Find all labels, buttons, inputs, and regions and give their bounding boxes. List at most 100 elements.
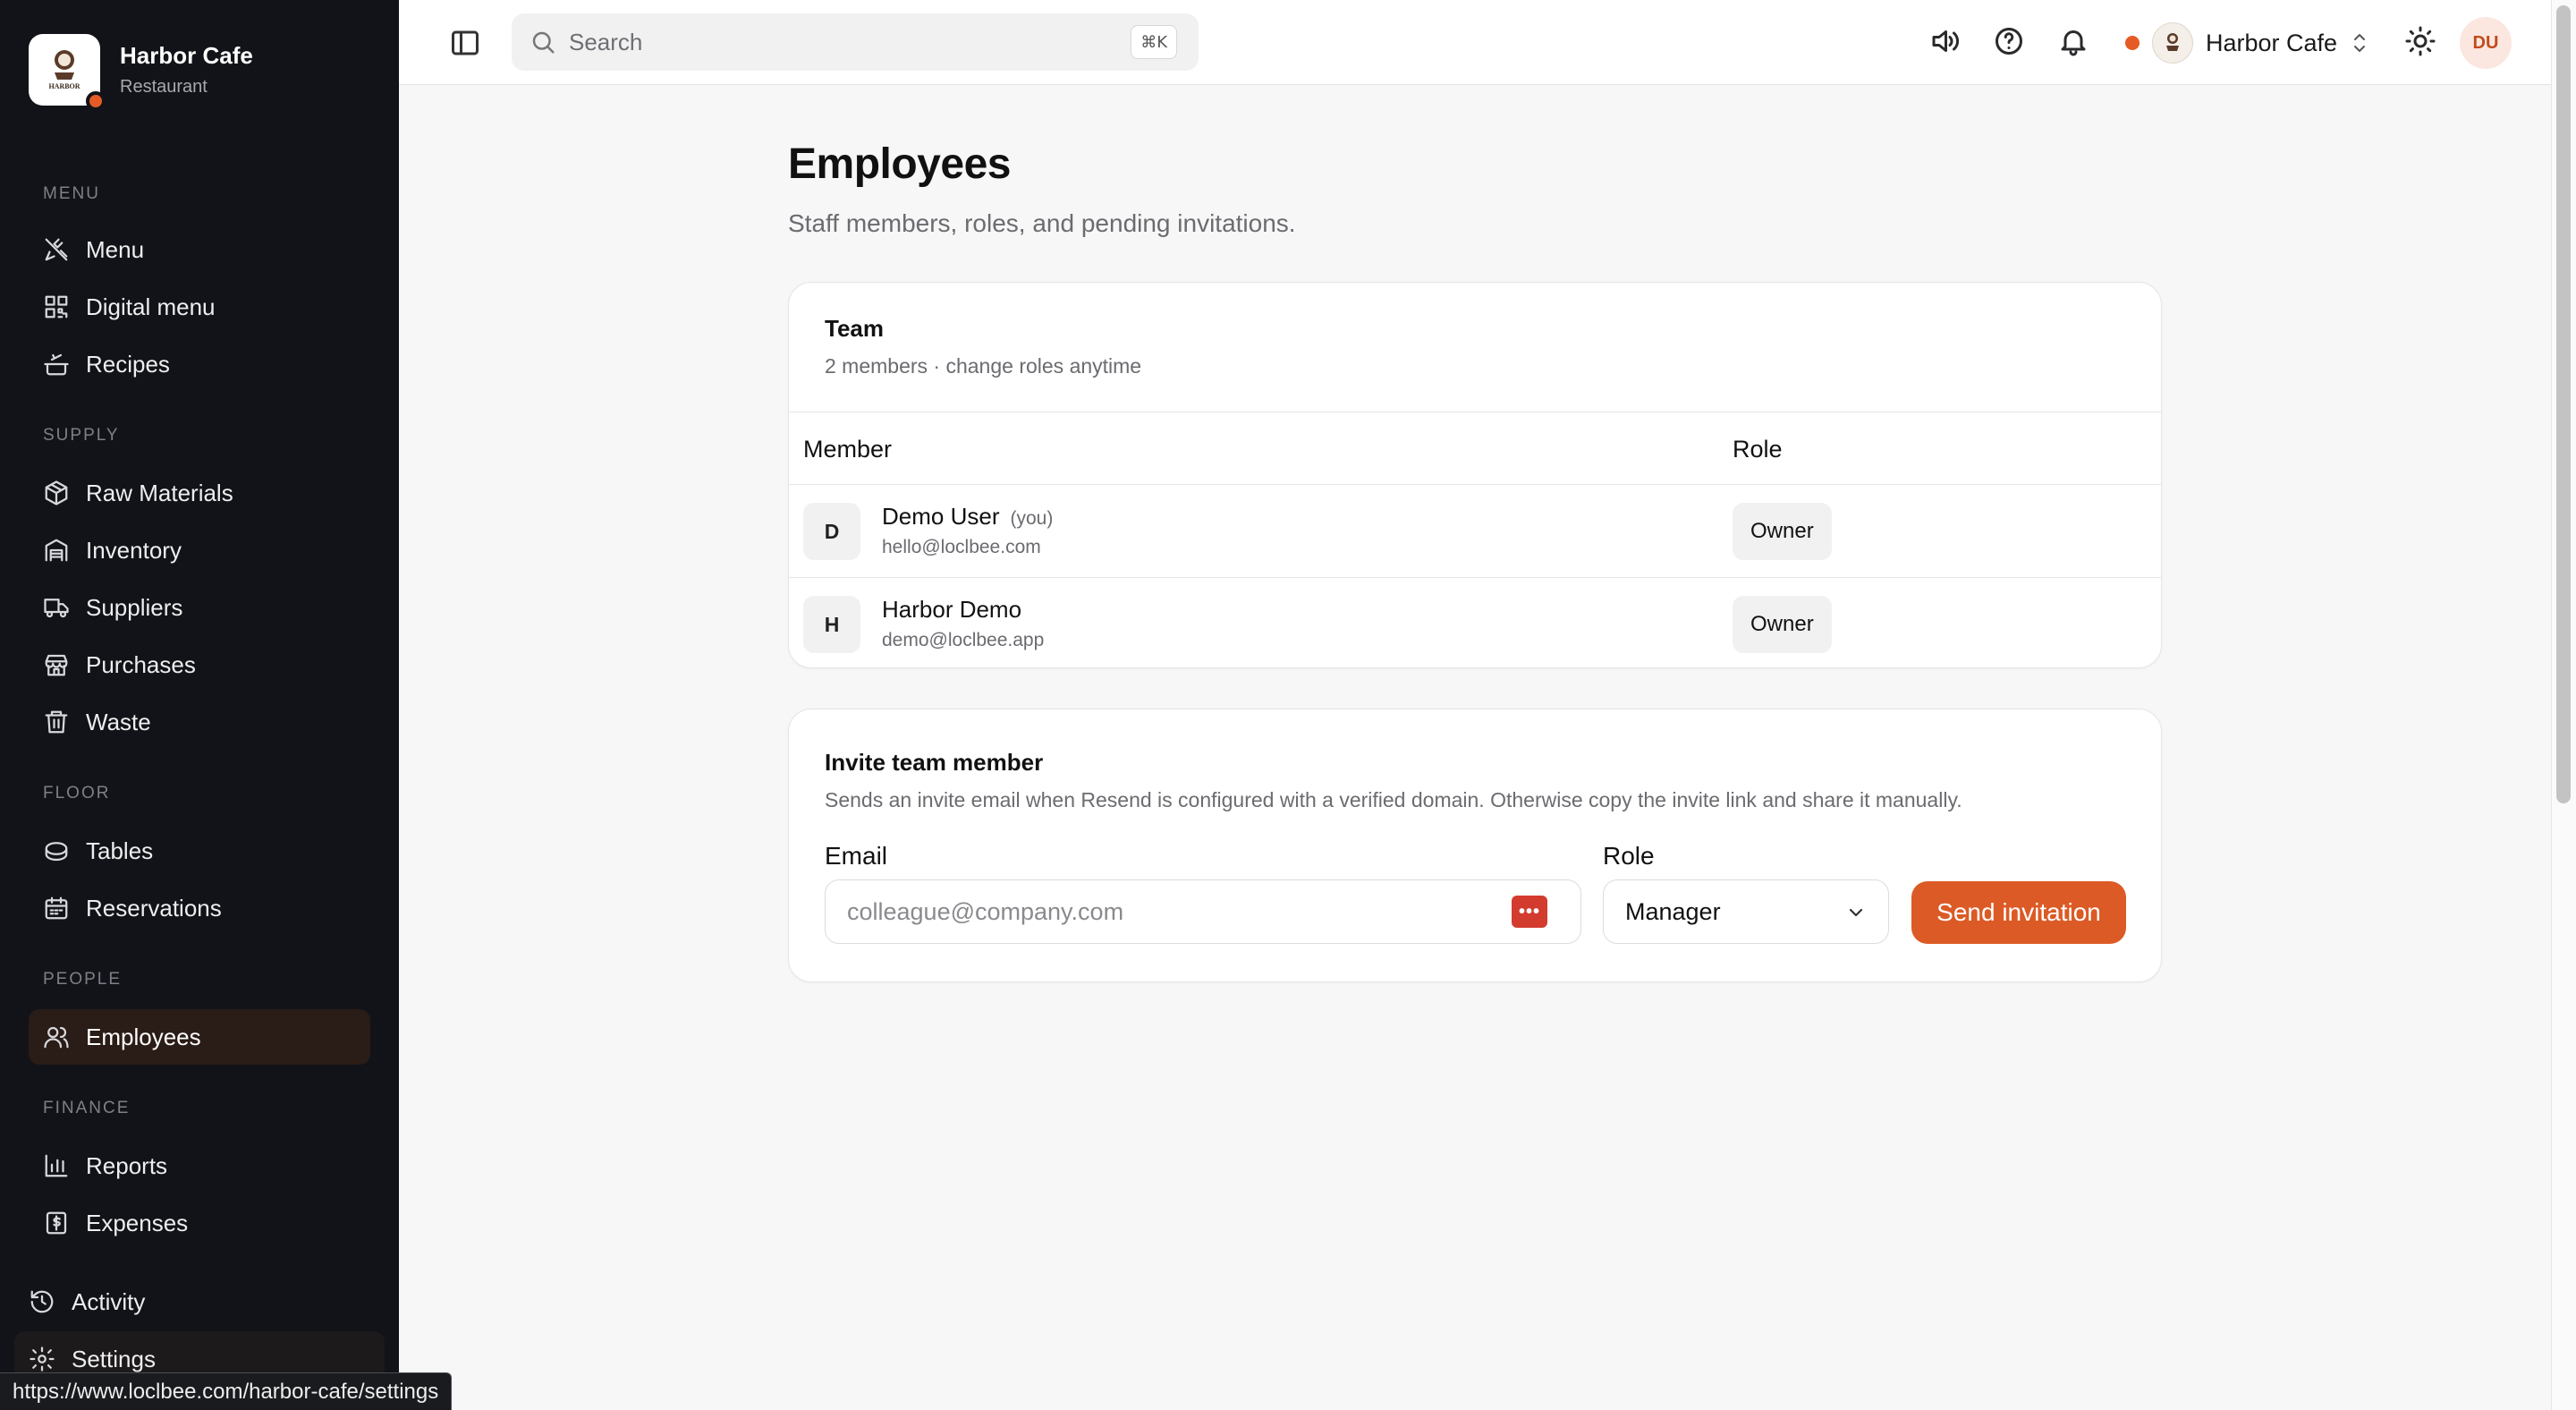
sidebar-item-label: Expenses xyxy=(86,1209,189,1236)
truck-icon xyxy=(44,599,69,618)
column-header-role: Role xyxy=(1733,436,1783,463)
password-manager-icon[interactable]: ••• xyxy=(1512,896,1547,928)
send-invitation-button[interactable]: Send invitation xyxy=(1911,881,2126,944)
harbor-logo-icon xyxy=(2166,33,2179,51)
workspace-status-dot xyxy=(2125,36,2140,50)
nav-section-finance: Finance xyxy=(43,1099,131,1117)
sidebar-item-label: Reservations xyxy=(86,894,222,922)
brand[interactable]: HARBOR Harbor Cafe Restaurant xyxy=(29,34,253,111)
help-button[interactable] xyxy=(1993,25,2029,61)
workspace-switcher[interactable]: Harbor Cafe xyxy=(2125,18,2369,68)
receipt-icon xyxy=(46,1211,67,1235)
sun-icon xyxy=(2405,26,2436,56)
email-label: Email xyxy=(825,842,888,870)
sidebar-item-reservations[interactable]: Reservations xyxy=(29,880,370,936)
scrollbar-thumb[interactable] xyxy=(2556,5,2571,803)
announcements-button[interactable] xyxy=(1928,25,1964,61)
search-shortcut-badge: ⌘K xyxy=(1131,25,1177,59)
calendar-icon xyxy=(45,896,68,920)
panel-left-icon xyxy=(452,30,479,55)
speaker-icon xyxy=(1932,30,1960,52)
page-subtitle: Staff members, roles, and pending invita… xyxy=(788,209,1296,237)
role-label: Role xyxy=(1603,842,1655,870)
store-icon xyxy=(45,654,68,676)
workspace-logo xyxy=(2152,22,2193,64)
history-icon xyxy=(30,1290,54,1313)
member-initial: D xyxy=(803,503,860,560)
utensils-icon xyxy=(45,238,68,261)
chevrons-up-down-icon xyxy=(2350,30,2369,56)
help-circle-icon xyxy=(1996,28,2022,55)
topbar: Search ⌘K Harbor Cafe DU xyxy=(399,0,2551,85)
member-name-text: Harbor Demo xyxy=(882,596,1022,623)
sidebar-item-label: Activity xyxy=(72,1287,146,1315)
sidebar-item-label: Inventory xyxy=(86,536,182,564)
workspace-name: Harbor Cafe xyxy=(2206,29,2338,56)
column-header-member: Member xyxy=(803,436,893,463)
invite-card: Invite team member Sends an invite email… xyxy=(788,709,2162,982)
brand-name: Harbor Cafe xyxy=(120,42,253,69)
bar-chart-icon xyxy=(45,1154,68,1177)
warehouse-icon xyxy=(45,539,68,562)
team-card: Team 2 members · change roles anytime Me… xyxy=(788,282,2162,668)
theme-toggle-button[interactable] xyxy=(2404,25,2440,61)
sidebar-item-reports[interactable]: Reports xyxy=(29,1138,370,1193)
role-badge[interactable]: Owner xyxy=(1733,503,1832,560)
sidebar-item-label: Waste xyxy=(86,708,151,735)
sidebar-item-label: Purchases xyxy=(86,650,196,678)
member-name: Harbor Demo xyxy=(882,596,1021,624)
role-select-value: Manager xyxy=(1625,897,1721,925)
invite-card-description: Sends an invite email when Resend is con… xyxy=(825,788,1962,811)
sidebar-item-tables[interactable]: Tables xyxy=(29,823,370,879)
member-name: Demo User (you) xyxy=(882,503,1053,531)
notifications-button[interactable] xyxy=(2057,25,2093,61)
sidebar-item-digital-menu[interactable]: Digital menu xyxy=(29,279,370,335)
you-tag: (you) xyxy=(1010,508,1054,529)
sidebar-item-waste[interactable]: Waste xyxy=(29,694,370,750)
status-bar-url: https://www.loclbee.com/harbor-cafe/sett… xyxy=(0,1372,453,1410)
sidebar-item-raw-materials[interactable]: Raw Materials xyxy=(29,465,370,521)
member-initial: H xyxy=(803,596,860,653)
sidebar-item-activity[interactable]: Activity xyxy=(14,1274,385,1329)
package-icon xyxy=(45,480,68,505)
table-row: D Demo User (you) hello@loclbee.com Owner xyxy=(789,485,2161,577)
role-select[interactable]: Manager xyxy=(1603,879,1889,944)
search-icon xyxy=(532,31,555,54)
user-avatar[interactable]: DU xyxy=(2460,17,2512,69)
sidebar-item-inventory[interactable]: Inventory xyxy=(29,522,370,578)
page-title: Employees xyxy=(788,140,1011,188)
sidebar-item-menu[interactable]: Menu xyxy=(29,222,370,277)
sidebar-item-label: Settings xyxy=(72,1345,156,1372)
invite-card-title: Invite team member xyxy=(825,749,1044,776)
sidebar-item-employees[interactable]: Employees xyxy=(29,1009,370,1065)
harbor-logo-icon: HARBOR xyxy=(48,50,80,90)
brand-status-dot xyxy=(86,91,106,111)
chevron-down-icon xyxy=(1849,908,1863,917)
table-icon xyxy=(45,842,68,862)
gear-icon xyxy=(30,1346,55,1372)
sidebar-toggle-button[interactable] xyxy=(449,27,481,59)
sidebar-item-label: Employees xyxy=(86,1023,201,1050)
table-header: Member Role xyxy=(789,412,2161,485)
nav-section-people: People xyxy=(43,970,123,989)
bell-icon xyxy=(2061,30,2086,56)
email-field[interactable] xyxy=(825,879,1581,944)
search-bar[interactable]: Search ⌘K xyxy=(512,13,1199,71)
sidebar-item-purchases[interactable]: Purchases xyxy=(29,637,370,692)
search-placeholder: Search xyxy=(569,28,643,55)
sidebar-item-suppliers[interactable]: Suppliers xyxy=(29,580,370,635)
svg-text:HARBOR: HARBOR xyxy=(48,82,80,90)
trash-icon xyxy=(45,710,68,734)
sidebar-item-label: Suppliers xyxy=(86,593,183,621)
team-card-title: Team xyxy=(825,315,884,342)
cooking-pot-icon xyxy=(44,353,69,376)
users-icon xyxy=(44,1026,69,1049)
role-badge[interactable]: Owner xyxy=(1733,596,1832,653)
sidebar-item-label: Menu xyxy=(86,235,145,263)
member-name-text: Demo User xyxy=(882,503,1000,530)
sidebar-item-label: Tables xyxy=(86,837,154,864)
sidebar-item-recipes[interactable]: Recipes xyxy=(29,336,370,392)
sidebar-item-label: Recipes xyxy=(86,350,170,378)
sidebar-item-expenses[interactable]: Expenses xyxy=(29,1195,370,1251)
team-card-description: 2 members · change roles anytime xyxy=(825,354,1142,378)
